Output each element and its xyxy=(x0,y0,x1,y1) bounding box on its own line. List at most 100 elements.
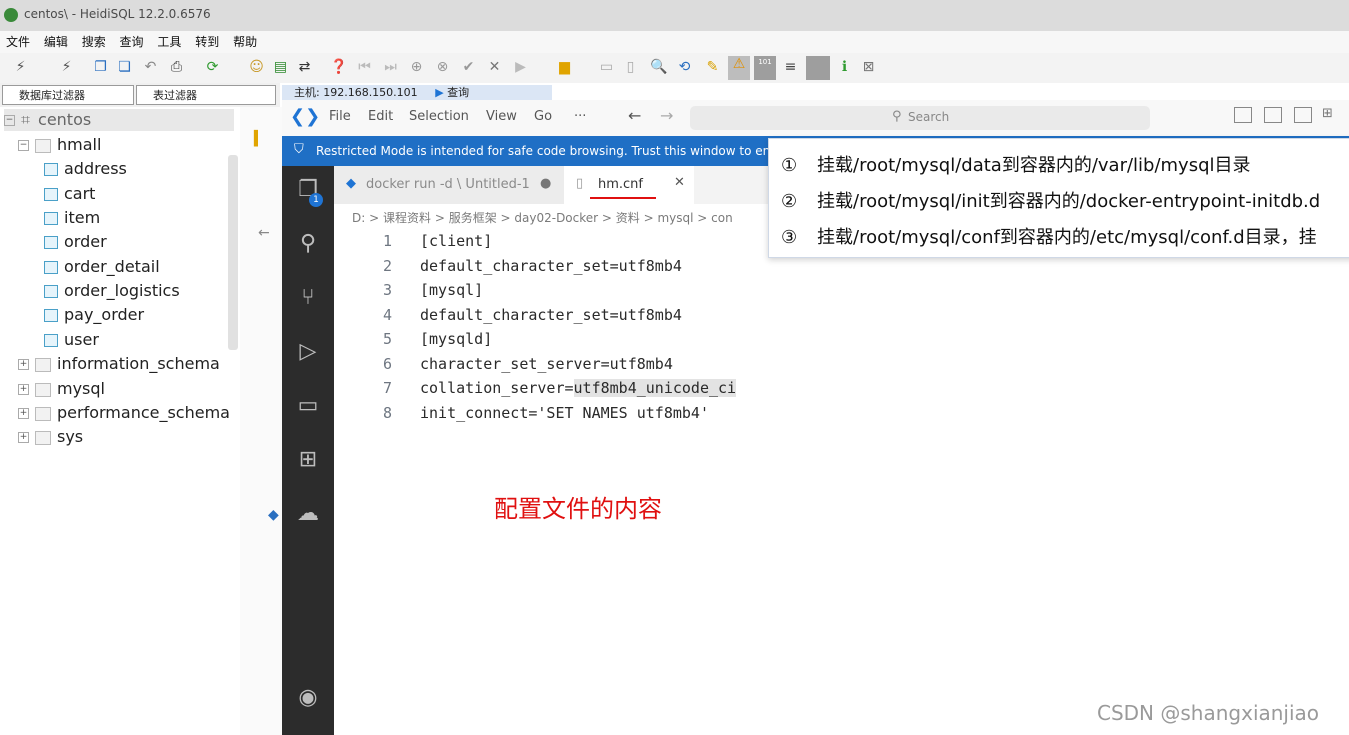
block-icon[interactable] xyxy=(806,56,830,80)
forward-icon[interactable]: → xyxy=(660,106,673,125)
cancel-icon[interactable]: ✕ xyxy=(486,59,503,76)
run-icon[interactable]: ▶ xyxy=(512,59,529,76)
replace-icon[interactable]: ⟲ xyxy=(676,59,693,76)
tree-table[interactable]: user xyxy=(44,329,99,351)
print-icon[interactable]: ⎙ xyxy=(168,59,185,76)
tree-database-hmall[interactable]: − hmall xyxy=(18,134,101,156)
tab-untitled[interactable]: ◆ docker run -d \ Untitled-1 ● xyxy=(334,166,564,204)
code-line[interactable]: character_set_server=utf8mb4 xyxy=(420,355,673,373)
menu-view[interactable]: View xyxy=(486,109,517,124)
menu-search[interactable]: 搜索 xyxy=(82,31,106,53)
info-icon[interactable]: ℹ xyxy=(836,59,853,76)
save-icon[interactable]: ▭ xyxy=(598,59,615,76)
tree-connection[interactable]: − ⌗ centos xyxy=(4,109,234,131)
customize-layout-icon[interactable]: ⊞ xyxy=(1322,106,1333,121)
clear-icon[interactable]: ✎ xyxy=(704,59,721,76)
undo-icon[interactable]: ↶ xyxy=(142,59,159,76)
warning-icon[interactable]: ⚠ xyxy=(728,56,750,80)
expand-icon[interactable]: + xyxy=(18,359,29,370)
toggle-secondary-sidebar-icon[interactable] xyxy=(1294,107,1312,123)
tree-table[interactable]: item xyxy=(44,207,100,229)
tree-table[interactable]: cart xyxy=(44,183,95,205)
tree-database[interactable]: + mysql xyxy=(18,378,105,400)
search-icon[interactable]: ⚲ xyxy=(294,230,322,258)
binary-icon[interactable]: 101 xyxy=(754,56,776,80)
source-control-icon[interactable]: ⑂ xyxy=(294,284,322,312)
tree-table[interactable]: order_detail xyxy=(44,256,160,278)
refresh-icon[interactable]: ⟳ xyxy=(204,59,221,76)
code-line[interactable]: default_character_set=utf8mb4 xyxy=(420,306,682,324)
tree-table[interactable]: order_logistics xyxy=(44,280,180,302)
tree-scrollbar[interactable] xyxy=(228,155,238,350)
paste-icon[interactable]: ❏ xyxy=(116,59,133,76)
disconnect-icon[interactable]: ⚡ xyxy=(58,59,75,76)
expand-icon[interactable]: + xyxy=(18,408,29,419)
find-icon[interactable]: 🔍 xyxy=(650,59,667,76)
code-line[interactable]: [mysqld] xyxy=(420,330,492,348)
delete-row-icon[interactable]: ⊗ xyxy=(434,59,451,76)
close-icon[interactable]: ✕ xyxy=(674,175,685,190)
menu-help[interactable]: 帮助 xyxy=(233,31,257,53)
query-tab-label[interactable]: 查询 xyxy=(447,86,469,99)
last-icon[interactable]: ⏭ xyxy=(382,59,399,76)
breadcrumb-item[interactable]: 课程资料 xyxy=(383,211,431,225)
docker-icon[interactable]: ☁ xyxy=(294,500,322,528)
folder-icon[interactable]: ▆ xyxy=(556,59,573,76)
connect-icon[interactable]: ⚡ xyxy=(12,59,29,76)
export-icon[interactable]: ▤ xyxy=(272,59,289,76)
host-tab[interactable]: 主机: 192.168.150.101 ▶ 查询 xyxy=(282,85,552,100)
copy-icon[interactable]: ❐ xyxy=(92,59,109,76)
tree-database[interactable]: + sys xyxy=(18,426,83,448)
code-line[interactable]: init_connect='SET NAMES utf8mb4' xyxy=(420,404,709,422)
sync-icon[interactable]: ⇄ xyxy=(296,59,313,76)
accounts-icon[interactable]: ◉ xyxy=(294,684,322,712)
run-debug-icon[interactable]: ▷ xyxy=(294,338,322,366)
tree-table[interactable]: order xyxy=(44,231,107,253)
command-search-box[interactable]: ⚲ Search xyxy=(690,106,1150,130)
menu-more[interactable]: ··· xyxy=(574,109,586,124)
breadcrumb-item[interactable]: 服务框架 xyxy=(449,211,497,225)
table-filter-tab[interactable]: 表过滤器 xyxy=(136,85,276,105)
menu-tools[interactable]: 工具 xyxy=(157,31,181,53)
menu-file[interactable]: File xyxy=(329,109,351,124)
collapse-icon[interactable]: − xyxy=(4,115,15,126)
breadcrumb-item[interactable]: con xyxy=(711,211,733,225)
tree-table[interactable]: address xyxy=(44,158,127,180)
first-icon[interactable]: ⏮ xyxy=(356,59,373,76)
code-editor[interactable]: 1 [client] 2 default_character_set=utf8m… xyxy=(334,230,1349,735)
breadcrumb-item[interactable]: 资料 xyxy=(616,211,640,225)
users-icon[interactable]: ☺ xyxy=(248,59,265,76)
tree-database[interactable]: + information_schema xyxy=(18,353,220,375)
toggle-sidebar-icon[interactable] xyxy=(1234,107,1252,123)
breadcrumb-item[interactable]: D: xyxy=(352,211,365,225)
back-icon[interactable]: ← xyxy=(628,106,641,125)
menu-query[interactable]: 查询 xyxy=(120,31,144,53)
toggle-panel-icon[interactable] xyxy=(1264,107,1282,123)
menu-file[interactable]: 文件 xyxy=(6,31,30,53)
close-query-icon[interactable]: ⊠ xyxy=(860,59,877,76)
file-icon[interactable]: ▯ xyxy=(622,59,639,76)
tree-table[interactable]: pay_order xyxy=(44,304,144,326)
collapse-icon[interactable]: − xyxy=(18,140,29,151)
tab-hm-cnf[interactable]: ▯ hm.cnf ✕ xyxy=(564,166,694,204)
add-row-icon[interactable]: ⊕ xyxy=(408,59,425,76)
menu-selection[interactable]: Selection xyxy=(409,109,469,124)
expand-icon[interactable]: + xyxy=(18,432,29,443)
menu-edit[interactable]: 编辑 xyxy=(44,31,68,53)
menu-edit[interactable]: Edit xyxy=(368,109,393,124)
extensions-icon[interactable]: ⊞ xyxy=(294,446,322,474)
code-line[interactable]: collation_server=utf8mb4_unicode_ci xyxy=(420,379,737,397)
code-line[interactable]: default_character_set=utf8mb4 xyxy=(420,257,682,275)
breadcrumb-item[interactable]: day02-Docker xyxy=(514,211,598,225)
tree-database[interactable]: + performance_schema xyxy=(18,402,230,424)
help-icon[interactable]: ❓ xyxy=(330,59,347,76)
check-icon[interactable]: ✔ xyxy=(460,59,477,76)
remote-explorer-icon[interactable]: ▭ xyxy=(294,392,322,420)
menu-go[interactable]: Go xyxy=(534,109,552,124)
back-arrow-icon[interactable]: ← xyxy=(258,225,270,241)
database-filter-tab[interactable]: 数据库过滤器 xyxy=(2,85,134,105)
wrap-icon[interactable]: ≡ xyxy=(782,59,799,76)
menu-goto[interactable]: 转到 xyxy=(195,31,219,53)
breadcrumb-item[interactable]: mysql xyxy=(657,211,693,225)
code-line[interactable]: [mysql] xyxy=(420,281,483,299)
